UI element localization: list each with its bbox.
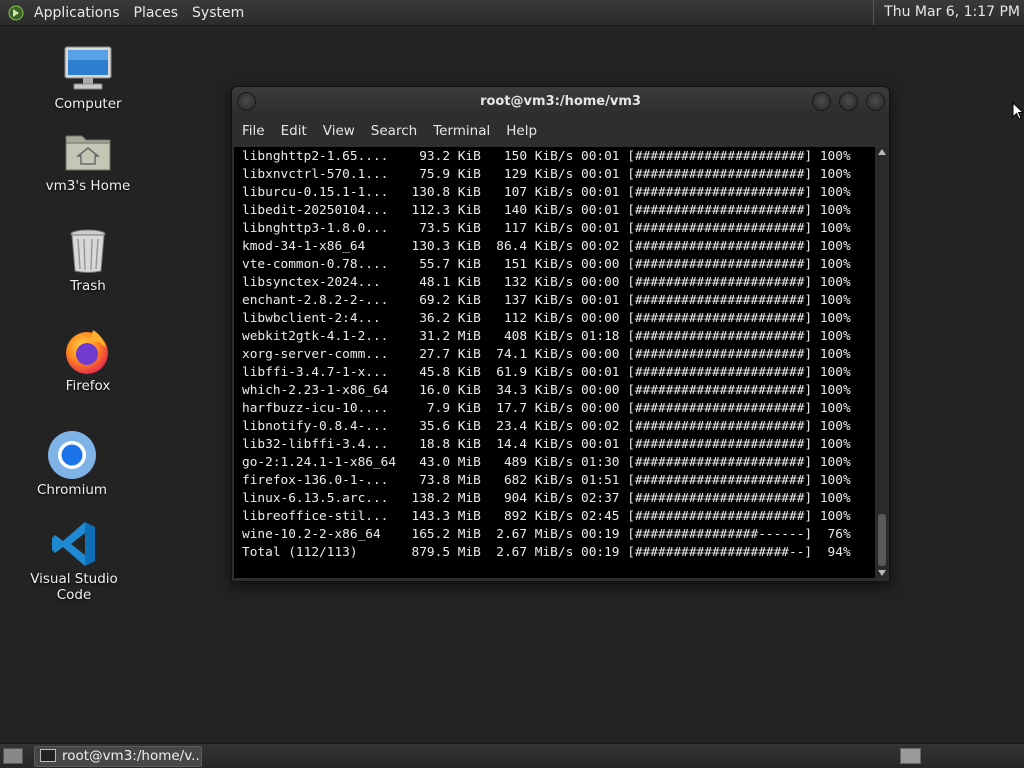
close-button[interactable]	[866, 92, 885, 111]
terminal-line: firefox-136.0-1-... 73.8 MiB 682 KiB/s 0…	[242, 473, 851, 488]
terminal-line: libwbclient-2:4... 36.2 KiB 112 KiB/s 00…	[242, 311, 851, 326]
desktop-icon-computer[interactable]: Computer	[33, 44, 143, 112]
terminal-line: which-2.23-1-x86_64 16.0 KiB 34.3 KiB/s …	[242, 383, 851, 398]
show-desktop-icon[interactable]	[3, 748, 23, 764]
mouse-pointer-icon	[1012, 101, 1024, 124]
bottom-panel: root@vm3:/home/v...	[0, 743, 1024, 768]
terminal-line: libedit-20250104... 112.3 KiB 140 KiB/s …	[242, 203, 851, 218]
terminal-line: linux-6.13.5.arc... 138.2 MiB 904 KiB/s …	[242, 491, 851, 506]
terminal-scrollbar[interactable]	[876, 147, 888, 578]
terminal-line: liburcu-0.15.1-1... 130.8 KiB 107 KiB/s …	[242, 185, 851, 200]
scrollbar-thumb[interactable]	[878, 514, 886, 566]
distro-logo-icon[interactable]	[7, 4, 25, 22]
minimize-button[interactable]	[812, 92, 831, 111]
firefox-icon	[63, 326, 113, 376]
desktop-icon-vscode[interactable]: Visual Studio Code	[19, 519, 129, 603]
scroll-up-arrow-icon[interactable]	[878, 149, 886, 155]
window-title: root@vm3:/home/vm3	[480, 94, 641, 109]
workspace-switcher[interactable]	[900, 748, 921, 764]
taskbar-window-label: root@vm3:/home/v...	[62, 748, 202, 764]
desktop-icon-firefox[interactable]: Firefox	[33, 326, 143, 394]
menu-applications[interactable]: Applications	[27, 5, 127, 21]
terminal-line: Total (112/113) 879.5 MiB 2.67 MiB/s 00:…	[242, 545, 851, 560]
terminal-line: libnghttp2-1.65.... 93.2 KiB 150 KiB/s 0…	[242, 149, 851, 164]
home-folder-icon	[63, 126, 113, 176]
terminal-output[interactable]: libnghttp2-1.65.... 93.2 KiB 150 KiB/s 0…	[234, 147, 875, 578]
taskbar-window-button[interactable]: root@vm3:/home/v...	[34, 746, 202, 767]
terminal-icon	[40, 749, 56, 762]
desktop-icon-label: vm3's Home	[45, 178, 131, 194]
menu-edit[interactable]: Edit	[273, 123, 315, 139]
scroll-down-arrow-icon[interactable]	[878, 570, 886, 576]
terminal-window[interactable]: root@vm3:/home/vm3 File Edit View Search…	[231, 86, 890, 582]
menu-help[interactable]: Help	[498, 123, 545, 139]
desktop-icon-label: Trash	[70, 278, 106, 294]
terminal-line: go-2:1.24.1-1-x86_64 43.0 MiB 489 KiB/s …	[242, 455, 851, 470]
terminal-line: webkit2gtk-4.1-2... 31.2 MiB 408 KiB/s 0…	[242, 329, 851, 344]
top-panel: Applications Places System Thu Mar 6, 1:…	[0, 0, 1024, 26]
window-menu-button[interactable]	[237, 92, 256, 111]
desktop-icon-label: Visual Studio Code	[30, 571, 118, 603]
desktop-icon-home[interactable]: vm3's Home	[33, 126, 143, 194]
terminal-line: libnotify-0.8.4-... 35.6 KiB 23.4 KiB/s …	[242, 419, 851, 434]
terminal-lines: libnghttp2-1.65.... 93.2 KiB 150 KiB/s 0…	[234, 147, 875, 562]
menu-system[interactable]: System	[185, 5, 251, 21]
terminal-line: libffi-3.4.7-1-x... 45.8 KiB 61.9 KiB/s …	[242, 365, 851, 380]
terminal-line: xorg-server-comm... 27.7 KiB 74.1 KiB/s …	[242, 347, 851, 362]
clock[interactable]: Thu Mar 6, 1:17 PM	[873, 0, 1020, 25]
maximize-button[interactable]	[839, 92, 858, 111]
trash-icon	[63, 226, 113, 276]
terminal-line: wine-10.2-2-x86_64 165.2 MiB 2.67 MiB/s …	[242, 527, 851, 542]
terminal-line: libnghttp3-1.8.0... 73.5 KiB 117 KiB/s 0…	[242, 221, 851, 236]
menu-view[interactable]: View	[315, 123, 363, 139]
terminal-line: libsynctex-2024... 48.1 KiB 132 KiB/s 00…	[242, 275, 851, 290]
desktop-icon-label: Chromium	[36, 482, 108, 498]
terminal-line: lib32-libffi-3.4... 18.8 KiB 14.4 KiB/s …	[242, 437, 851, 452]
terminal-line: libxnvctrl-570.1... 75.9 KiB 129 KiB/s 0…	[242, 167, 851, 182]
desktop-icon-label: Firefox	[65, 378, 111, 394]
terminal-menubar: File Edit View Search Terminal Help	[232, 117, 889, 144]
desktop-icon-label: Computer	[54, 96, 122, 112]
computer-icon	[63, 44, 113, 94]
menu-places[interactable]: Places	[127, 5, 186, 21]
terminal-line: libreoffice-stil... 143.3 MiB 892 KiB/s …	[242, 509, 851, 524]
terminal-line: enchant-2.8.2-2-... 69.2 KiB 137 KiB/s 0…	[242, 293, 851, 308]
vscode-icon	[49, 519, 99, 569]
chromium-icon	[47, 430, 97, 480]
desktop-icon-chromium[interactable]: Chromium	[17, 430, 127, 498]
terminal-line: kmod-34-1-x86_64 130.3 KiB 86.4 KiB/s 00…	[242, 239, 851, 254]
terminal-line: vte-common-0.78.... 55.7 KiB 151 KiB/s 0…	[242, 257, 851, 272]
terminal-line: harfbuzz-icu-10.... 7.9 KiB 17.7 KiB/s 0…	[242, 401, 851, 416]
desktop-icon-trash[interactable]: Trash	[33, 226, 143, 294]
window-titlebar[interactable]: root@vm3:/home/vm3	[232, 87, 889, 117]
menu-terminal[interactable]: Terminal	[425, 123, 498, 139]
menu-search[interactable]: Search	[363, 123, 425, 139]
menu-file[interactable]: File	[234, 123, 273, 139]
